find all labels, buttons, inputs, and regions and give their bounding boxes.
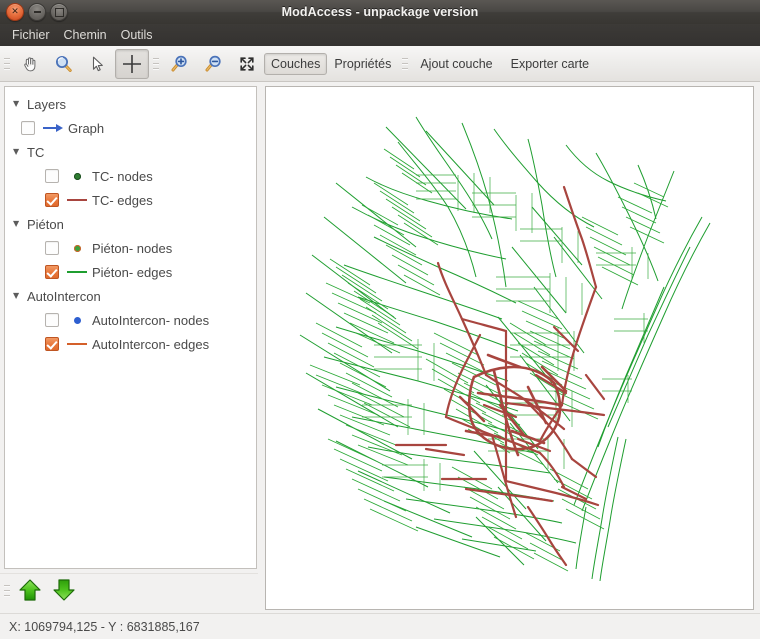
coordinate-readout: X: 1069794,125 - Y : 6831885,167 (9, 619, 200, 634)
checkbox-pieton-edges[interactable] (45, 265, 59, 279)
tree-node-tc-nodes[interactable]: TC- nodes (5, 164, 256, 188)
tree-node-label: TC- nodes (92, 168, 153, 184)
crosshair-tool-button[interactable] (115, 48, 149, 79)
tree-node-label: TC- edges (92, 192, 153, 208)
tree-node-pieton[interactable]: ▼ Piéton (5, 212, 256, 236)
pan-hand-icon (24, 56, 36, 71)
select-tool-button[interactable] (81, 49, 115, 79)
chevron-down-icon[interactable]: ▼ (13, 100, 24, 108)
tree-node-label: AutoIntercon (27, 288, 101, 304)
arrow-right-icon (43, 124, 63, 132)
move-layer-up-button[interactable] (17, 577, 47, 605)
tree-node-pieton-nodes[interactable]: Piéton- nodes (5, 236, 256, 260)
button-ajout-couche[interactable]: Ajout couche (411, 53, 501, 75)
close-button[interactable]: ✕ (6, 3, 24, 21)
crosshair-icon (123, 54, 141, 73)
arrow-down-icon (53, 578, 75, 601)
menu-bar: Fichier Chemin Outils (0, 24, 760, 46)
tree-node-tc-edges[interactable]: TC- edges (5, 188, 256, 212)
tree-node-label: Piéton (27, 216, 64, 232)
maximize-icon (51, 4, 67, 20)
cursor-arrow-icon (92, 56, 103, 71)
tool-bar: Couches Propriétés Ajout couche Exporter… (0, 46, 760, 82)
tab-couches[interactable]: Couches (264, 52, 328, 75)
layers-tree: ▼ Layers Graph ▼ TC TC- nodes TC- edges … (5, 87, 256, 356)
close-icon: ✕ (11, 6, 19, 17)
tree-node-autointercon-edges[interactable]: AutoIntercon- edges (5, 332, 256, 356)
layers-tree-panel[interactable]: ▼ Layers Graph ▼ TC TC- nodes TC- edges … (4, 86, 257, 569)
arrowbar-grip[interactable] (2, 580, 11, 602)
pieton-edges-swatch (67, 265, 87, 279)
toolbar-grip-3[interactable] (400, 53, 409, 75)
layer-order-toolbar (0, 573, 258, 607)
menu-item-chemin[interactable]: Chemin (57, 26, 114, 44)
tc-nodes-swatch (67, 169, 87, 183)
node-dot-icon (73, 172, 81, 180)
minimize-icon (29, 4, 45, 20)
tree-node-graph[interactable]: Graph (5, 116, 256, 140)
checkbox-tc-edges[interactable] (45, 193, 59, 207)
checkbox-pieton-nodes[interactable] (45, 241, 59, 255)
node-dot-icon (73, 316, 81, 324)
zoom-select-tool-button[interactable] (47, 49, 81, 79)
pieton-nodes-swatch (67, 241, 87, 255)
pan-tool-button[interactable] (13, 49, 47, 79)
application-window: ✕ ModAccess - unpackage version Fichier … (0, 0, 760, 639)
tree-node-label: Graph (68, 120, 105, 136)
checkbox-graph[interactable] (21, 121, 35, 135)
zoom-select-icon (56, 55, 72, 72)
tree-node-pieton-edges[interactable]: Piéton- edges (5, 260, 256, 284)
window-controls: ✕ (0, 3, 68, 21)
fit-extent-icon (240, 56, 254, 71)
edge-line-icon (67, 199, 87, 201)
autointercon-edges-swatch (67, 337, 87, 351)
button-exporter-carte[interactable]: Exporter carte (502, 53, 599, 75)
tree-node-label: Layers (27, 96, 67, 112)
checkbox-autointercon-nodes[interactable] (45, 313, 59, 327)
tree-node-autointercon[interactable]: ▼ AutoIntercon (5, 284, 256, 308)
zoom-in-button[interactable] (162, 49, 196, 79)
tree-node-tc[interactable]: ▼ TC (5, 140, 256, 164)
window-title: ModAccess - unpackage version (281, 5, 479, 19)
menu-item-outils[interactable]: Outils (114, 26, 160, 44)
tree-node-label: AutoIntercon- nodes (92, 312, 210, 328)
map-canvas-panel[interactable] (265, 86, 754, 610)
tree-node-label: TC (27, 144, 45, 160)
tree-node-label: Piéton- nodes (92, 240, 173, 256)
autointercon-nodes-swatch (67, 313, 87, 327)
tree-node-autointercon-nodes[interactable]: AutoIntercon- nodes (5, 308, 256, 332)
edge-line-icon (67, 343, 87, 345)
chevron-down-icon[interactable]: ▼ (13, 220, 24, 228)
tree-node-label: AutoIntercon- edges (92, 336, 210, 352)
network-map (266, 87, 753, 609)
maximize-button[interactable] (50, 3, 68, 21)
menu-item-fichier[interactable]: Fichier (5, 26, 57, 44)
move-layer-down-button[interactable] (51, 577, 81, 605)
toolbar-grip-1[interactable] (2, 53, 11, 75)
fit-extent-button[interactable] (230, 49, 264, 79)
chevron-down-icon[interactable]: ▼ (13, 148, 24, 156)
checkbox-tc-nodes[interactable] (45, 169, 59, 183)
toolbar-grip-2[interactable] (151, 53, 160, 75)
status-bar: X: 1069794,125 - Y : 6831885,167 (0, 613, 760, 639)
tree-node-layers[interactable]: ▼ Layers (5, 92, 256, 116)
zoom-out-button[interactable] (196, 49, 230, 79)
graph-arrow-swatch (43, 121, 63, 135)
checkbox-autointercon-edges[interactable] (45, 337, 59, 351)
tree-node-label: Piéton- edges (92, 264, 173, 280)
tab-proprietes[interactable]: Propriétés (327, 53, 398, 75)
chevron-down-icon[interactable]: ▼ (13, 292, 24, 300)
arrow-up-icon (19, 578, 41, 601)
tc-edges-swatch (67, 193, 87, 207)
node-dot-icon (73, 244, 81, 252)
zoom-out-icon (205, 55, 221, 71)
edge-line-icon (67, 271, 87, 273)
title-bar: ✕ ModAccess - unpackage version (0, 0, 760, 25)
minimize-button[interactable] (28, 3, 46, 21)
zoom-in-icon (171, 55, 187, 71)
